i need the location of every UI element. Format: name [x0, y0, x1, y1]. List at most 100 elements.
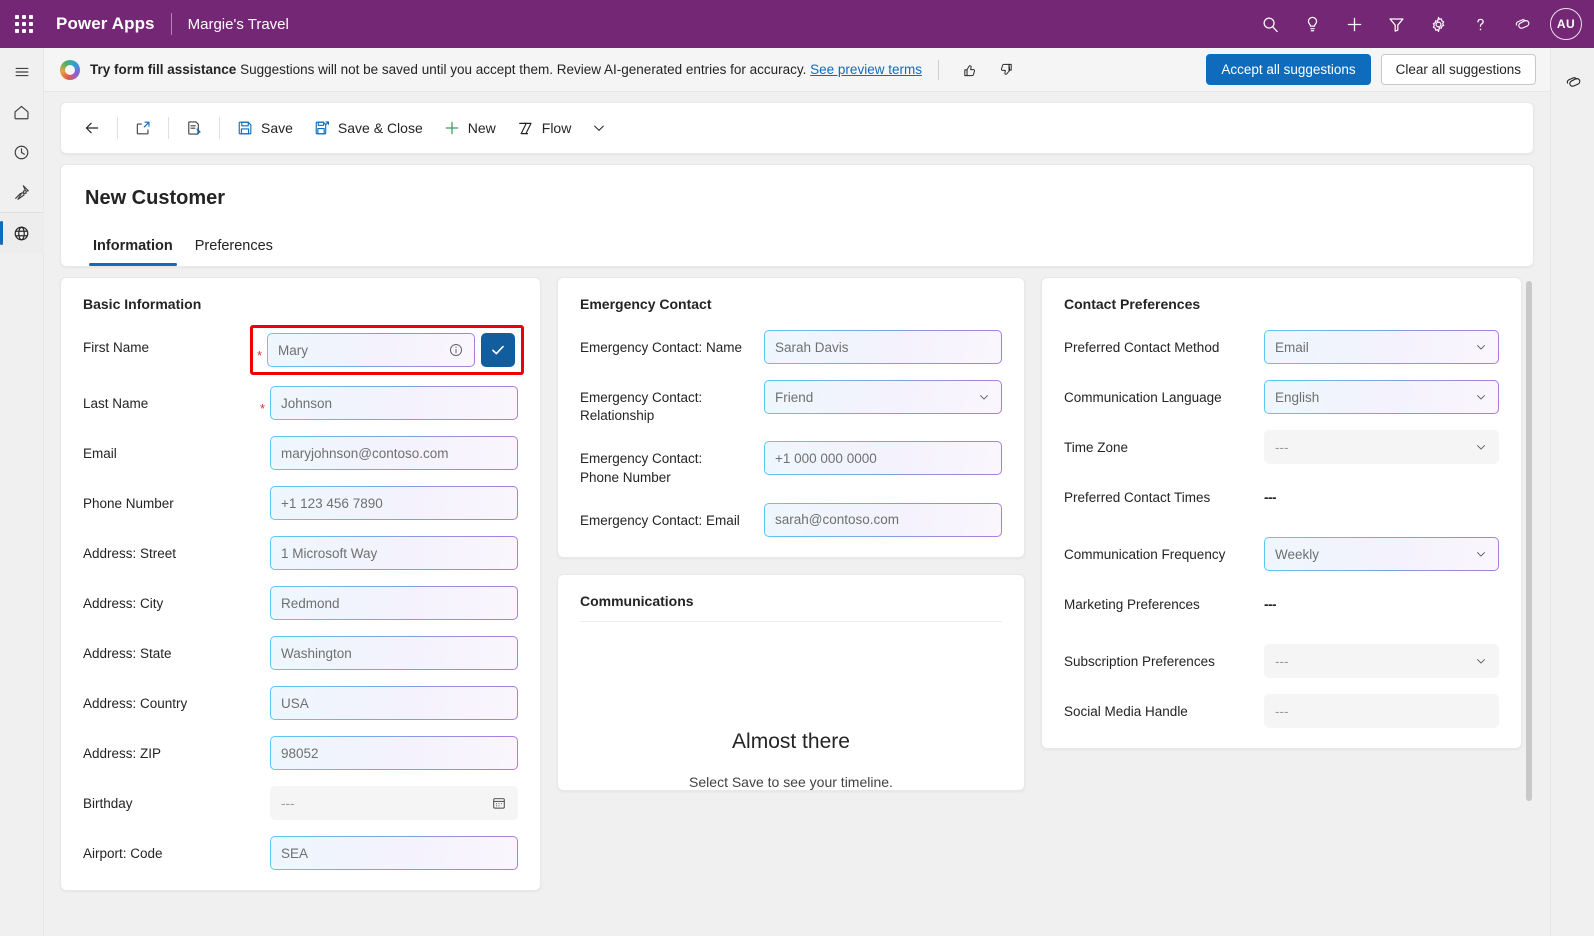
field-control-time-zone: ---	[1264, 430, 1499, 464]
field-label-birthday: Birthday	[83, 786, 133, 813]
sidebar-item-recent[interactable]	[0, 132, 44, 172]
avatar[interactable]: AU	[1550, 8, 1582, 40]
app-launcher-button[interactable]	[0, 0, 48, 48]
help-icon[interactable]	[1460, 4, 1500, 44]
phone-number-input[interactable]: +1 123 456 7890	[270, 486, 518, 520]
tab-preferences[interactable]: Preferences	[187, 232, 281, 266]
waffle-icon	[15, 15, 33, 33]
address-street-input[interactable]: 1 Microsoft Way	[270, 536, 518, 570]
command-divider	[117, 117, 118, 139]
column-basic-information: Basic Information First Name * Mary	[60, 277, 541, 936]
search-icon[interactable]	[1250, 4, 1290, 44]
preferred-contact-method-select[interactable]: Email	[1264, 330, 1499, 364]
section-title-basic-information: Basic Information	[83, 296, 518, 312]
communication-language-select[interactable]: English	[1264, 380, 1499, 414]
scrollbar-thumb[interactable]	[1526, 281, 1532, 801]
first-name-value: Mary	[278, 343, 442, 358]
save-button[interactable]: Save	[226, 110, 303, 146]
copilot-panel-button[interactable]	[1551, 62, 1594, 102]
field-control-email: maryjohnson@contoso.com	[270, 436, 518, 470]
field-control-preferred-contact-times: ---	[1264, 480, 1499, 505]
clear-all-suggestions-button[interactable]: Clear all suggestions	[1381, 54, 1536, 85]
ai-form-fill-banner: Try form fill assistance Suggestions wil…	[44, 48, 1550, 92]
thumbs-up-icon[interactable]	[957, 57, 983, 83]
subscription-preferences-value: ---	[1275, 654, 1474, 669]
address-street-value: 1 Microsoft Way	[281, 546, 507, 561]
ai-banner-text: Try form fill assistance Suggestions wil…	[90, 62, 922, 77]
sidebar-item-pinned[interactable]	[0, 172, 44, 212]
see-preview-terms-link[interactable]: See preview terms	[810, 62, 922, 77]
gear-icon[interactable]	[1418, 4, 1458, 44]
sidebar-item-customers[interactable]	[0, 213, 44, 253]
field-label-address-country: Address: Country	[83, 686, 187, 713]
social-media-handle-input[interactable]: ---	[1264, 694, 1499, 728]
section-emergency-contact: Emergency Contact Emergency Contact: Nam…	[557, 277, 1025, 558]
emergency-contact-name-input[interactable]: Sarah Davis	[764, 330, 1002, 364]
airport-code-input[interactable]: SEA	[270, 836, 518, 870]
calendar-icon[interactable]	[491, 795, 507, 811]
more-commands-button[interactable]	[581, 110, 617, 146]
field-label-communication-frequency: Communication Frequency	[1064, 537, 1225, 564]
time-zone-select[interactable]: ---	[1264, 430, 1499, 464]
emergency-contact-email-input[interactable]: sarah@contoso.com	[764, 503, 1002, 537]
communication-frequency-value: Weekly	[1275, 547, 1474, 562]
last-name-input[interactable]: Johnson	[270, 386, 518, 420]
field-label-first-name: First Name	[83, 330, 149, 357]
field-label-last-name: Last Name	[83, 386, 148, 413]
thumbs-down-icon[interactable]	[993, 57, 1019, 83]
communications-empty-heading: Almost there	[732, 730, 850, 754]
address-state-input[interactable]: Washington	[270, 636, 518, 670]
field-label-emergency-contact-email: Emergency Contact: Email	[580, 503, 740, 530]
email-input[interactable]: maryjohnson@contoso.com	[270, 436, 518, 470]
left-navigation-rail	[0, 48, 44, 936]
command-bar: Save Save & Close New	[60, 102, 1534, 154]
sidebar-item-menu[interactable]	[0, 52, 44, 92]
emergency-contact-phone-input[interactable]: +1 000 000 0000	[764, 441, 1002, 475]
field-address-city: Address: City Redmond	[83, 586, 518, 620]
communication-frequency-select[interactable]: Weekly	[1264, 537, 1499, 571]
first-name-input[interactable]: Mary	[267, 333, 475, 367]
field-label-email: Email	[83, 436, 117, 463]
info-icon[interactable]	[448, 342, 464, 358]
airport-code-value: SEA	[281, 846, 507, 861]
new-button[interactable]: New	[433, 110, 506, 146]
accept-suggestion-button[interactable]	[481, 333, 515, 367]
back-button[interactable]	[73, 110, 111, 146]
address-country-input[interactable]: USA	[270, 686, 518, 720]
chevron-down-icon	[1474, 340, 1488, 354]
plus-icon[interactable]	[1334, 4, 1374, 44]
lightbulb-icon[interactable]	[1292, 4, 1332, 44]
open-record-set-button[interactable]	[124, 110, 162, 146]
field-label-address-street: Address: Street	[83, 536, 176, 563]
form-header-card: New Customer Information Preferences	[60, 164, 1534, 267]
save-and-close-label: Save & Close	[338, 120, 423, 136]
tab-information[interactable]: Information	[85, 232, 181, 266]
flow-button[interactable]: Flow	[506, 110, 582, 146]
form-scrollbar[interactable]	[1524, 277, 1534, 936]
save-and-close-button[interactable]: Save & Close	[303, 110, 433, 146]
field-control-first-name: * Mary	[254, 330, 518, 370]
birthday-input[interactable]: ---	[270, 786, 518, 820]
section-title-contact-preferences: Contact Preferences	[1064, 296, 1499, 312]
emergency-contact-relationship-select[interactable]: Friend	[764, 380, 1002, 414]
address-zip-input[interactable]: 98052	[270, 736, 518, 770]
command-divider-3	[219, 117, 220, 139]
accept-all-suggestions-button[interactable]: Accept all suggestions	[1206, 54, 1370, 85]
brand-powerapps[interactable]: Power Apps	[48, 14, 155, 34]
email-value: maryjohnson@contoso.com	[281, 446, 507, 461]
field-airport-code: Airport: Code SEA	[83, 836, 518, 870]
field-address-state: Address: State Washington	[83, 636, 518, 670]
header-divider	[171, 13, 172, 35]
new-note-button[interactable]	[175, 110, 213, 146]
field-email: Email maryjohnson@contoso.com	[83, 436, 518, 470]
subscription-preferences-select[interactable]: ---	[1264, 644, 1499, 678]
emergency-contact-relationship-value: Friend	[775, 390, 977, 405]
app-name-label[interactable]: Margie's Travel	[188, 16, 289, 33]
section-title-emergency-contact: Emergency Contact	[580, 296, 1002, 312]
address-city-input[interactable]: Redmond	[270, 586, 518, 620]
birthday-value: ---	[281, 796, 491, 811]
field-address-zip: Address: ZIP 98052	[83, 736, 518, 770]
copilot-icon[interactable]	[1502, 4, 1542, 44]
sidebar-item-home[interactable]	[0, 92, 44, 132]
filter-icon[interactable]	[1376, 4, 1416, 44]
